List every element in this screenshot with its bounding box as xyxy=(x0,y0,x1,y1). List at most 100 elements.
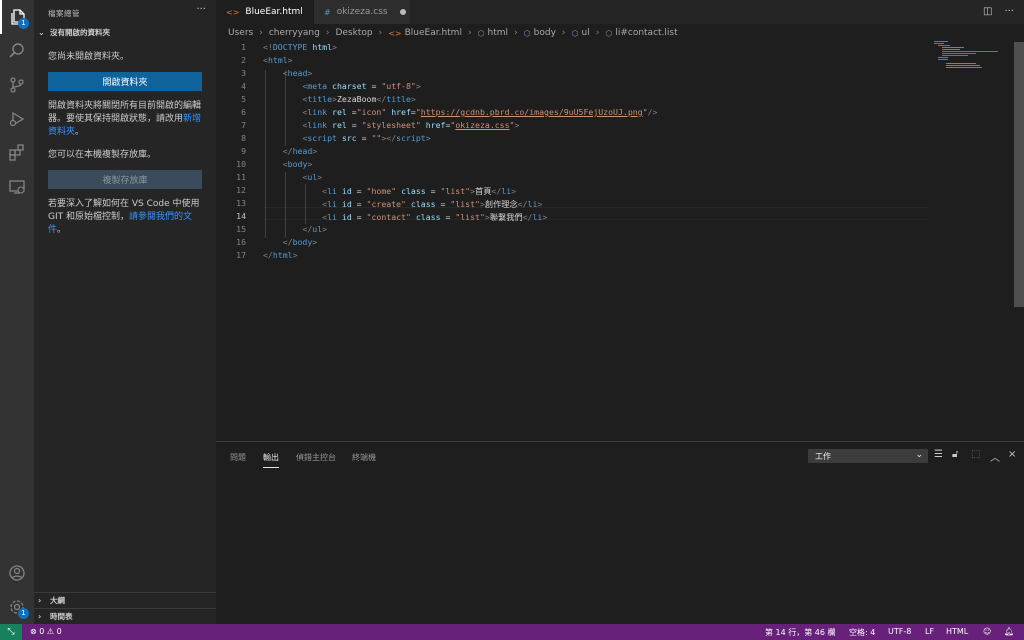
code-line: </html> xyxy=(263,250,298,260)
line-number: 13 xyxy=(236,198,246,208)
error-icon: ⊗ xyxy=(30,627,37,636)
tab-blueear-html[interactable]: <> BlueEar.html × xyxy=(216,0,322,24)
source-control-icon xyxy=(10,77,24,93)
breadcrumb-item[interactable]: BlueEar.html xyxy=(405,28,462,38)
sidebar-title: 檔案總管 xyxy=(48,9,80,18)
language-mode[interactable]: HTML xyxy=(946,627,968,636)
close-panel-icon[interactable]: × xyxy=(1008,449,1016,460)
code-line: <head> xyxy=(282,68,313,78)
no-folder-section-header[interactable]: ⌄ 沒有開啟的資料夾 xyxy=(34,24,216,40)
code-line: </head> xyxy=(282,146,318,156)
split-editor-icon[interactable]: ◫ xyxy=(983,6,992,17)
end-of-line[interactable]: LF xyxy=(925,627,934,636)
remote-indicator[interactable]: ⤡ xyxy=(0,624,22,640)
source-control-activity[interactable] xyxy=(0,68,34,102)
cursor-position[interactable]: 第 14 行，第 46 欄 xyxy=(765,627,836,638)
breadcrumb-item[interactable]: html xyxy=(488,28,509,38)
tab-debug-console[interactable]: 偵錯主控台 xyxy=(296,452,336,463)
bell-icon[interactable]: 🔔︎ xyxy=(1004,627,1014,636)
minimap[interactable] xyxy=(930,40,1010,70)
breadcrumb-separator-icon: › xyxy=(378,28,383,38)
element-icon: ⬡ xyxy=(571,28,579,38)
timeline-section-header[interactable]: › 時間表 xyxy=(34,608,216,624)
outline-section-header[interactable]: › 大綱 xyxy=(34,592,216,608)
tab-problems[interactable]: 問題 xyxy=(230,452,246,463)
open-folder-button[interactable]: 開啟資料夾 xyxy=(48,72,202,91)
encoding[interactable]: UTF-8 xyxy=(888,627,911,636)
tab-okizeza-css[interactable]: # okizeza.css xyxy=(314,0,410,24)
feedback-icon[interactable]: ☺ xyxy=(983,627,991,636)
line-number: 3 xyxy=(241,68,246,78)
line-number: 2 xyxy=(241,55,246,65)
tab-bar: <> BlueEar.html × # okizeza.css ◫ ··· xyxy=(216,0,1024,24)
maximize-panel-icon[interactable]: ︿ xyxy=(990,449,1000,464)
editor-actions: ◫ ··· xyxy=(983,6,1014,17)
code-editor[interactable]: 1 2 3 4 5 6 7 8 9 10 11 12 13 14 15 16 1… xyxy=(216,40,936,440)
line-number: 11 xyxy=(236,172,246,182)
breadcrumb-item[interactable]: Users xyxy=(228,28,253,38)
minimap-preview xyxy=(934,41,998,68)
line-number: 16 xyxy=(236,237,246,247)
more-actions-icon[interactable]: ··· xyxy=(196,4,206,15)
lock-icon[interactable]: 🔓︎ xyxy=(952,449,958,460)
close-editors-text: 開啟資料夾將關閉所有目前開啟的編輯器。要使其保持開啟狀態，請改用 xyxy=(48,101,202,124)
breadcrumb-item[interactable]: body xyxy=(534,28,556,38)
extensions-activity[interactable] xyxy=(0,136,34,170)
extensions-icon xyxy=(9,144,24,161)
unsaved-dot-icon[interactable] xyxy=(399,9,406,15)
outline-section-label: 大綱 xyxy=(50,596,65,605)
timeline-section-label: 時間表 xyxy=(50,612,73,621)
breadcrumb-separator-icon: › xyxy=(467,28,472,38)
output-channel-select[interactable]: 工作 ⌄ xyxy=(808,449,928,463)
code-line: <li id = "home" class = "list">首頁</li> xyxy=(322,186,517,196)
search-activity[interactable] xyxy=(0,34,34,68)
indentation[interactable]: 空格: 4 xyxy=(849,627,875,638)
not-opened-message: 您尚未開啟資料夾。 xyxy=(48,52,130,62)
explorer-badge: 1 xyxy=(18,18,29,29)
search-icon xyxy=(9,43,24,58)
remote-explorer-activity[interactable] xyxy=(0,170,34,204)
breadcrumb-item[interactable]: Desktop xyxy=(335,28,372,38)
breadcrumb-separator-icon: › xyxy=(561,28,566,38)
code-line: <title>ZezaBoom</title> xyxy=(302,94,416,104)
settings-badge: 1 xyxy=(18,608,29,619)
code-line: <ul> xyxy=(302,172,323,182)
explorer-activity[interactable]: 1 xyxy=(0,0,34,34)
accounts-activity[interactable] xyxy=(0,556,34,590)
css-file-icon: # xyxy=(324,7,331,17)
line-number: 15 xyxy=(236,224,246,234)
breadcrumb-item[interactable]: ul xyxy=(582,28,590,38)
line-number: 9 xyxy=(241,146,246,156)
code-line: <!DOCTYPE html> xyxy=(263,42,337,52)
chevron-down-icon: ⌄ xyxy=(38,27,45,37)
more-actions-icon[interactable]: ··· xyxy=(1004,6,1014,17)
line-number: 6 xyxy=(241,107,246,117)
chevron-right-icon: › xyxy=(38,612,42,621)
code-line: <link rel = "stylesheet" href="okizeza.c… xyxy=(302,120,520,130)
clear-output-icon[interactable]: ☰ xyxy=(934,449,943,460)
no-folder-section-label: 沒有開啟的資料夾 xyxy=(50,27,110,37)
remote-explorer-icon xyxy=(9,180,25,194)
open-log-icon[interactable]: ⬚ xyxy=(971,449,980,460)
element-icon: ⬡ xyxy=(477,28,485,38)
breadcrumb-separator-icon: › xyxy=(514,28,518,38)
breadcrumb-item[interactable]: cherryyang xyxy=(269,28,320,38)
tab-output[interactable]: 輸出 xyxy=(263,452,279,468)
remote-icon: ⤡ xyxy=(7,627,15,637)
run-debug-icon xyxy=(9,111,25,127)
output-channel-value: 工作 xyxy=(815,451,831,461)
breadcrumb-item[interactable]: li#contact.list xyxy=(615,28,677,38)
run-debug-activity[interactable] xyxy=(0,102,34,136)
code-line: <link rel ="icon" href="https://gcdnb.pb… xyxy=(302,107,658,117)
line-number: 8 xyxy=(241,133,246,143)
tab-terminal[interactable]: 終端機 xyxy=(352,452,376,463)
line-number: 7 xyxy=(241,120,246,130)
code-line: </body> xyxy=(282,237,318,247)
manage-activity[interactable]: 1 xyxy=(0,590,34,624)
vscode-window: 1 1 檔案總管 ··· ⌄ 沒有開啟的資料夾 您尚未開啟資料夾。 開啟資料夾 … xyxy=(0,0,1024,640)
vertical-scrollbar[interactable] xyxy=(1014,42,1024,307)
tab-label: BlueEar.html xyxy=(245,7,303,17)
clone-repository-button[interactable]: 複製存放庫 xyxy=(48,170,202,189)
breadcrumb-separator-icon: › xyxy=(595,28,600,38)
problems-indicator[interactable]: ⊗ 0 ⚠ 0 xyxy=(30,627,62,636)
